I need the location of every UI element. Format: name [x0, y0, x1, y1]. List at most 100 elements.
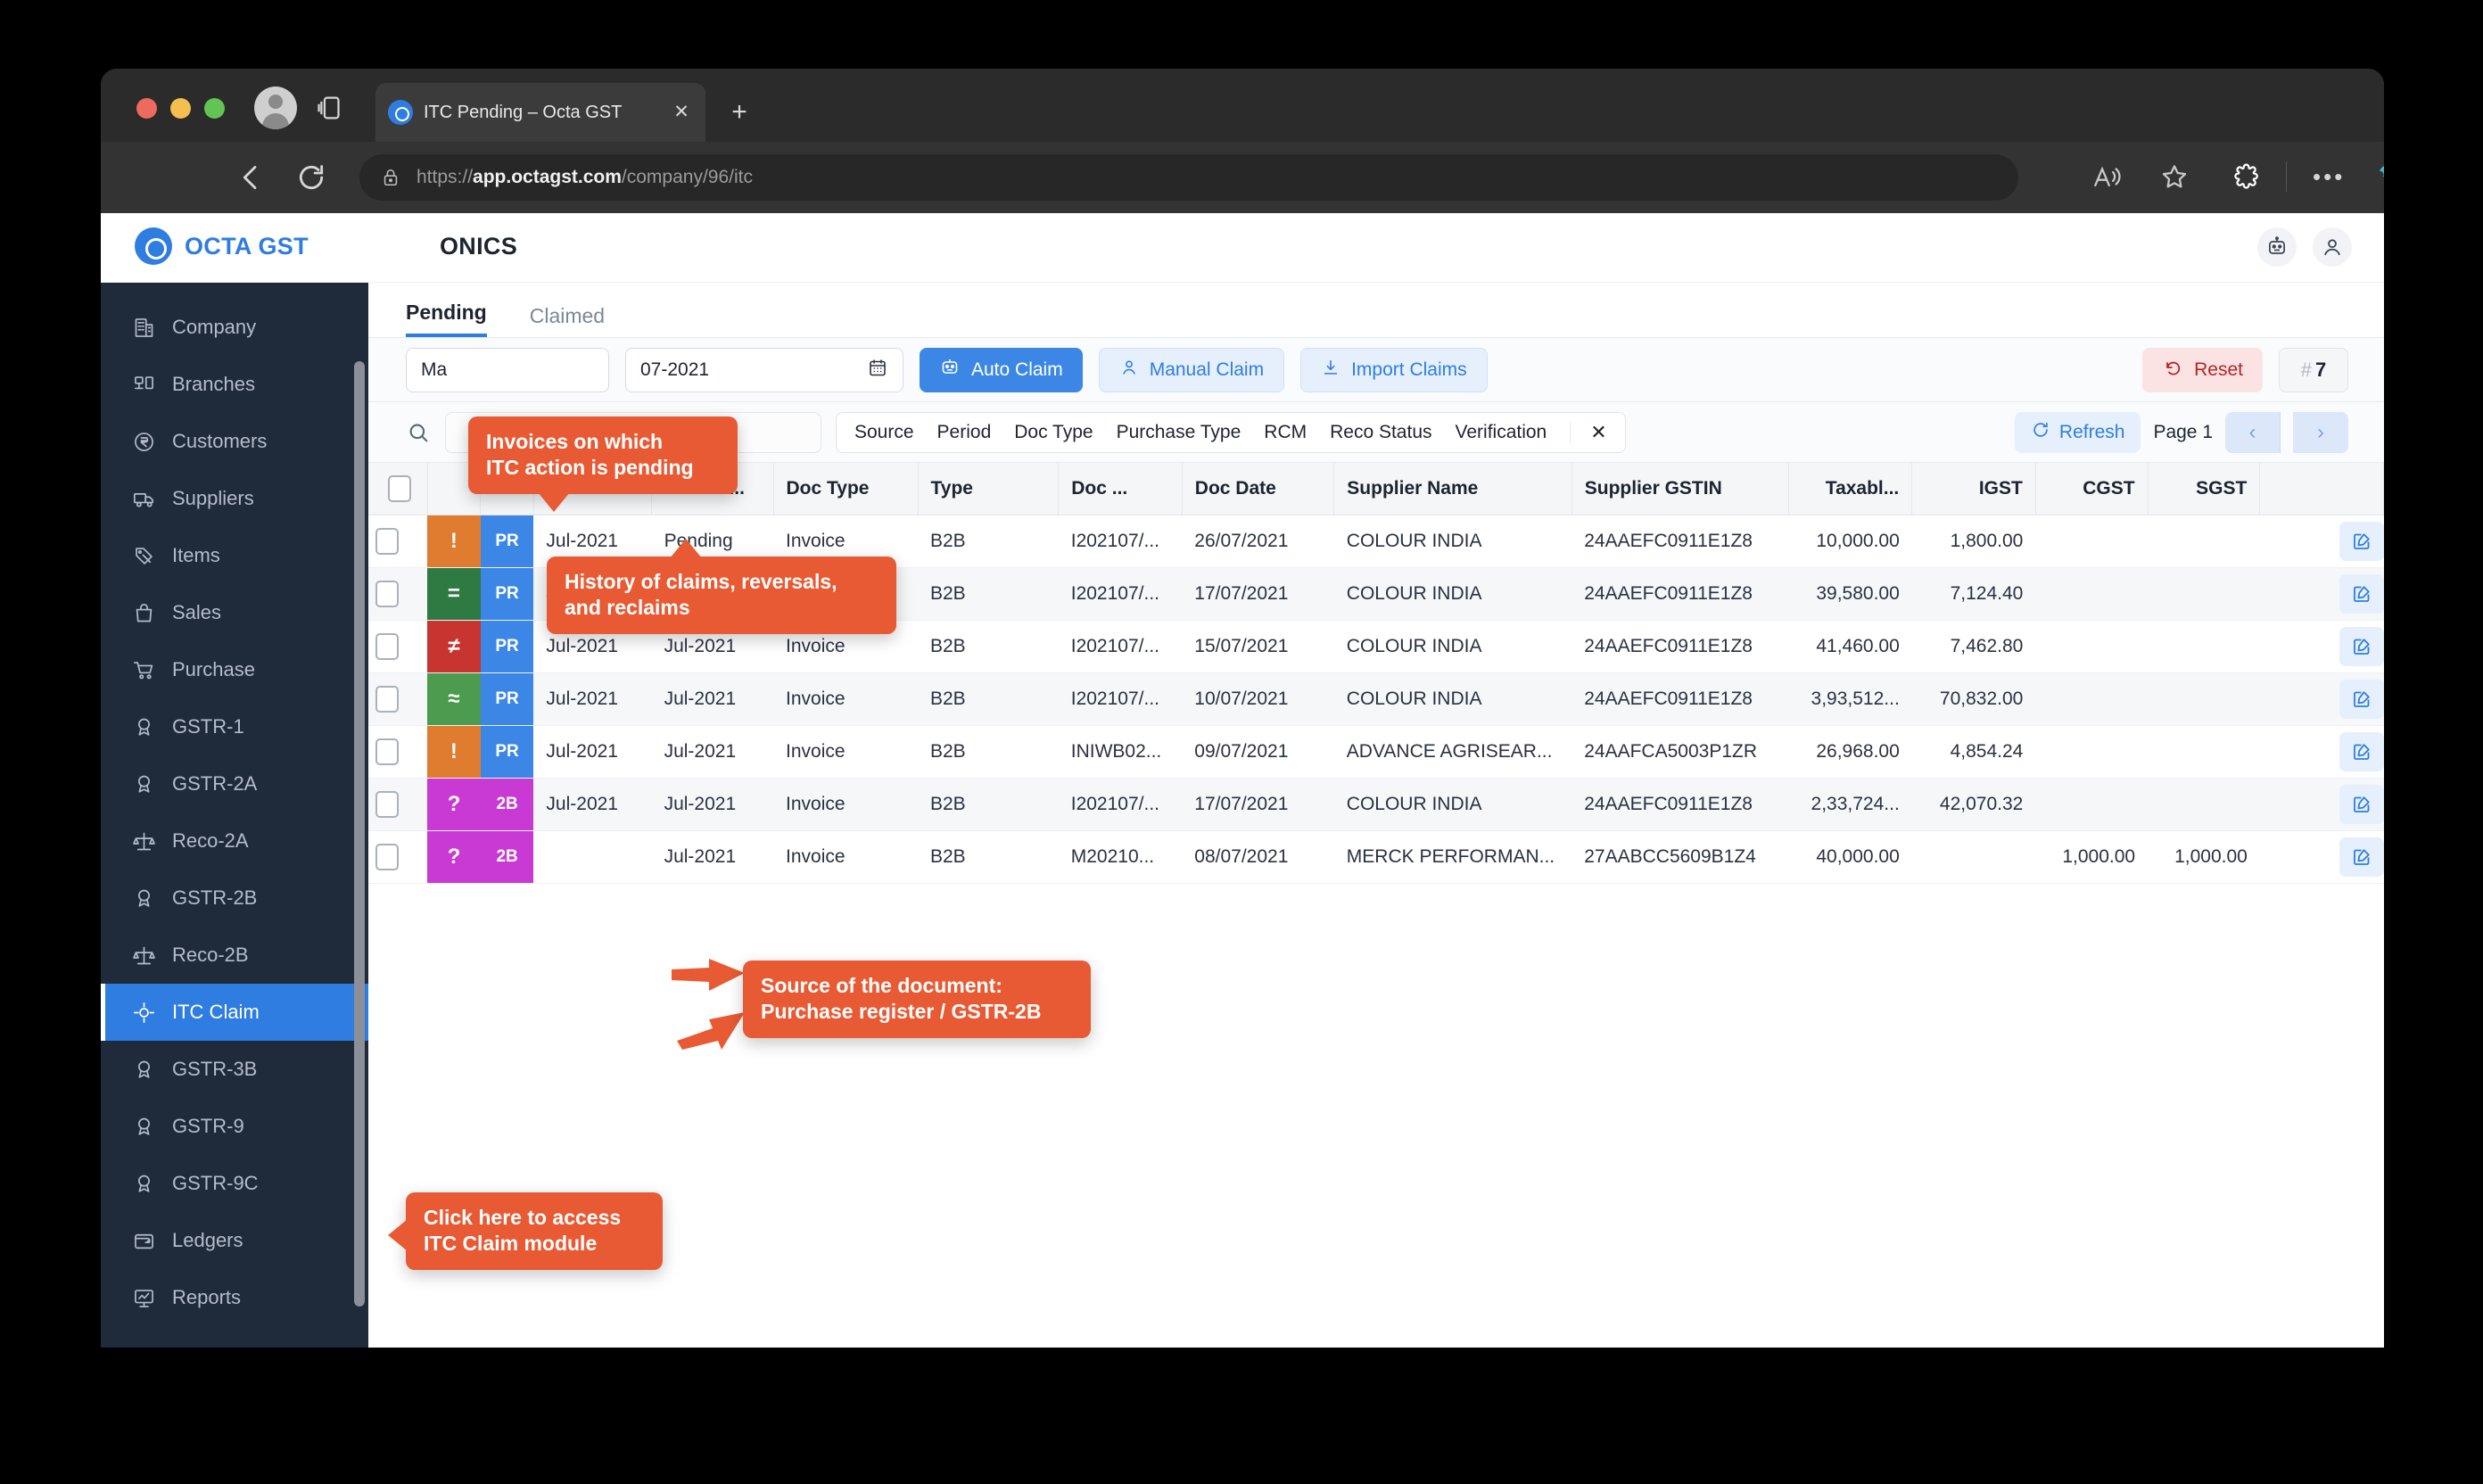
row-select-cell[interactable] — [368, 672, 427, 725]
row-checkbox[interactable] — [375, 844, 399, 870]
next-page-button[interactable]: › — [2293, 412, 2348, 453]
row-select-cell[interactable] — [368, 830, 427, 883]
user-avatar-icon[interactable] — [2313, 227, 2352, 267]
sidebar-item-reco-2b[interactable]: Reco-2B — [101, 927, 368, 984]
column-header-blank[interactable] — [2260, 463, 2384, 515]
tab-claimed[interactable]: Claimed — [530, 304, 605, 337]
favorite-star-icon[interactable] — [2159, 161, 2190, 192]
copilot-icon[interactable] — [2373, 158, 2384, 195]
window-maximize-button[interactable] — [204, 98, 225, 119]
sidebar-item-customers[interactable]: Customers — [101, 413, 368, 470]
row-select-cell[interactable] — [368, 567, 427, 620]
filter-facet-source[interactable]: Source — [854, 422, 914, 443]
row-checkbox[interactable] — [375, 686, 399, 713]
reco-status-cell[interactable]: = — [427, 567, 481, 620]
edit-icon[interactable] — [2339, 785, 2384, 824]
window-minimize-button[interactable] — [170, 98, 191, 119]
source-cell[interactable]: PR — [481, 672, 534, 725]
row-actions-cell[interactable] — [2260, 725, 2384, 778]
filter-facet-purchase-type[interactable]: Purchase Type — [1117, 422, 1242, 443]
column-header-taxabl-[interactable]: Taxabl... — [1788, 463, 1912, 515]
refresh-button[interactable]: Refresh — [2015, 412, 2141, 453]
sidebar-item-branches[interactable]: Branches — [101, 356, 368, 413]
reset-button[interactable]: Reset — [2142, 348, 2263, 392]
filter-facet-reco-status[interactable]: Reco Status — [1330, 422, 1431, 443]
select-all-checkbox[interactable] — [388, 475, 411, 502]
browser-tab[interactable]: ITC Pending – Octa GST ✕ — [375, 83, 705, 142]
row-checkbox[interactable] — [375, 633, 399, 660]
browser-profile-avatar[interactable] — [254, 87, 297, 129]
column-header-cgst[interactable]: CGST — [2035, 463, 2148, 515]
sidebar-item-gstr-9[interactable]: GSTR-9 — [101, 1098, 368, 1155]
row-checkbox[interactable] — [375, 528, 399, 555]
calendar-icon[interactable] — [867, 357, 888, 383]
source-cell[interactable]: PR — [481, 515, 534, 567]
claim-mode-select[interactable]: Ma — [406, 348, 609, 392]
sidebar-item-company[interactable]: Company — [101, 299, 368, 356]
search-icon[interactable] — [406, 420, 431, 445]
edit-icon[interactable] — [2339, 522, 2384, 561]
column-header-blank[interactable] — [368, 463, 427, 515]
reco-status-cell[interactable]: ≠ — [427, 620, 481, 672]
row-actions-cell[interactable] — [2260, 778, 2384, 830]
source-cell[interactable]: PR — [481, 620, 534, 672]
extensions-icon[interactable] — [2232, 161, 2263, 192]
sidebar-item-sales[interactable]: Sales — [101, 584, 368, 641]
manual-claim-button[interactable]: Manual Claim — [1099, 348, 1284, 392]
edit-icon[interactable] — [2339, 680, 2384, 719]
sidebar-item-ledgers[interactable]: Ledgers — [101, 1212, 368, 1269]
sidebar-item-gstr-9c[interactable]: GSTR-9C — [101, 1155, 368, 1212]
row-checkbox[interactable] — [375, 791, 399, 818]
reco-status-cell[interactable]: ≈ — [427, 672, 481, 725]
sidebar-item-itc-claim[interactable]: ITC Claim — [101, 984, 368, 1041]
brand[interactable]: OCTA GST — [135, 227, 309, 265]
read-aloud-icon[interactable] — [2091, 161, 2122, 192]
more-menu-icon[interactable]: ••• — [2313, 161, 2347, 192]
edit-icon[interactable] — [2339, 574, 2384, 614]
table-row[interactable]: ≈PRJul-2021Jul-2021InvoiceB2BI202107/...… — [368, 672, 2384, 725]
source-cell[interactable]: PR — [481, 725, 534, 778]
sidebar-item-gstr-3b[interactable]: GSTR-3B — [101, 1041, 368, 1098]
filter-facet-rcm[interactable]: RCM — [1264, 422, 1307, 443]
edit-icon[interactable] — [2339, 837, 2384, 877]
table-row[interactable]: ?2BJul-2021InvoiceB2BM20210...08/07/2021… — [368, 830, 2384, 883]
row-actions-cell[interactable] — [2260, 672, 2384, 725]
reco-status-cell[interactable]: ! — [427, 725, 481, 778]
auto-claim-button[interactable]: Auto Claim — [920, 348, 1083, 392]
import-claims-button[interactable]: Import Claims — [1300, 348, 1488, 392]
row-select-cell[interactable] — [368, 515, 427, 567]
column-header-doc-date[interactable]: Doc Date — [1182, 463, 1334, 515]
reco-status-cell[interactable]: ! — [427, 515, 481, 567]
period-input[interactable]: 07-2021 — [625, 348, 903, 392]
column-header-igst[interactable]: IGST — [1912, 463, 2036, 515]
filter-facet-period[interactable]: Period — [937, 422, 992, 443]
sidebar-item-reco-2a[interactable]: Reco-2A — [101, 812, 368, 870]
reco-status-cell[interactable]: ? — [427, 830, 481, 883]
column-header-sgst[interactable]: SGST — [2148, 463, 2260, 515]
workspaces-icon[interactable] — [315, 93, 347, 123]
row-checkbox[interactable] — [375, 581, 399, 607]
row-select-cell[interactable] — [368, 725, 427, 778]
row-actions-cell[interactable] — [2260, 830, 2384, 883]
row-actions-cell[interactable] — [2260, 620, 2384, 672]
close-icon[interactable]: ✕ — [670, 101, 693, 124]
edit-icon[interactable] — [2339, 627, 2384, 666]
url-input[interactable]: https://app.octagst.com/company/96/itc — [359, 154, 2018, 201]
assistant-bot-icon[interactable] — [2257, 227, 2297, 267]
filter-facet-doc-type[interactable]: Doc Type — [1014, 422, 1093, 443]
reco-status-cell[interactable]: ? — [427, 778, 481, 830]
source-cell[interactable]: 2B — [481, 778, 534, 830]
source-cell[interactable]: 2B — [481, 830, 534, 883]
column-header-type[interactable]: Type — [918, 463, 1059, 515]
filter-facet-verification[interactable]: Verification — [1456, 422, 1547, 443]
sidebar-item-gstr-1[interactable]: GSTR-1 — [101, 698, 368, 755]
sidebar-scrollbar[interactable] — [354, 361, 365, 1307]
table-row[interactable]: ?2BJul-2021Jul-2021InvoiceB2BI202107/...… — [368, 778, 2384, 830]
back-icon[interactable] — [233, 160, 268, 195]
sidebar-item-purchase[interactable]: Purchase — [101, 641, 368, 698]
row-checkbox[interactable] — [375, 738, 399, 765]
sidebar-item-gstr-2a[interactable]: GSTR-2A — [101, 755, 368, 812]
sidebar-item-suppliers[interactable]: Suppliers — [101, 470, 368, 527]
reload-icon[interactable] — [293, 160, 329, 195]
prev-page-button[interactable]: ‹ — [2225, 412, 2281, 453]
